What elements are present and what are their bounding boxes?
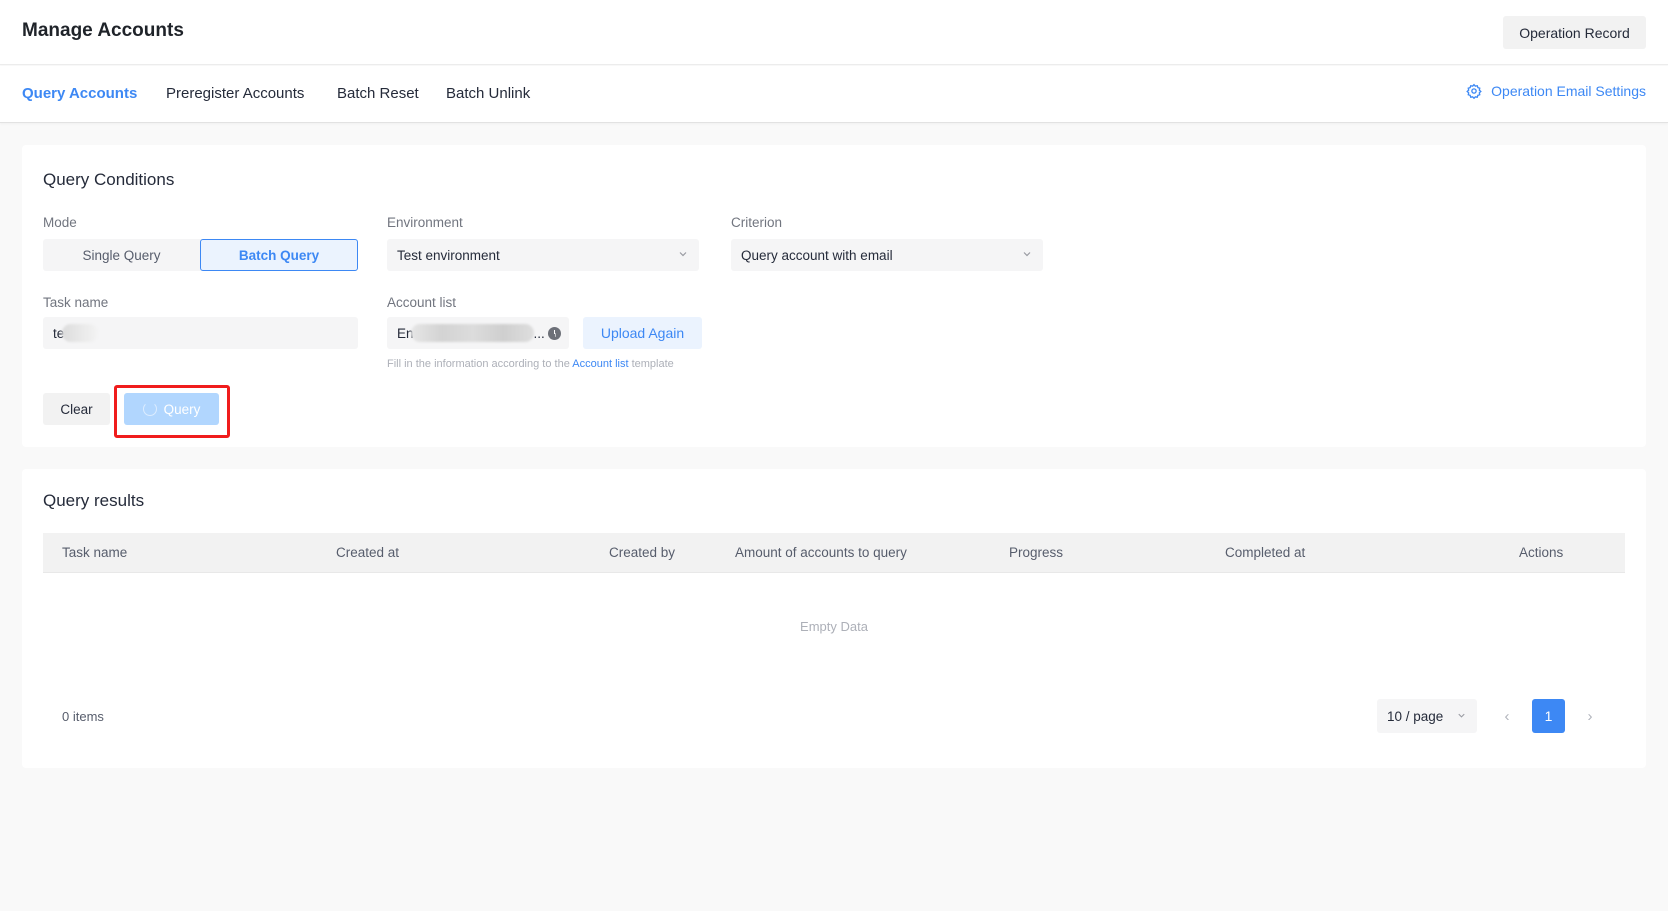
empty-data-text: Empty Data xyxy=(800,619,868,634)
query-conditions-title: Query Conditions xyxy=(43,170,175,189)
tab-batch-reset[interactable]: Batch Reset xyxy=(337,85,419,102)
page-1-button[interactable]: 1 xyxy=(1532,699,1565,733)
environment-label: Environment xyxy=(387,215,463,230)
chevron-down-icon xyxy=(1458,713,1465,718)
page-title: Manage Accounts xyxy=(22,20,184,41)
mode-single-query[interactable]: Single Query xyxy=(43,239,200,271)
tabs-bar: Query Accounts Preregister Accounts Batc… xyxy=(0,66,1668,123)
tab-batch-unlink[interactable]: Batch Unlink xyxy=(446,85,530,102)
total-items: 0 items xyxy=(62,709,104,724)
column-header-actions: Actions xyxy=(1519,545,1564,560)
redacted-text xyxy=(62,324,99,342)
query-button[interactable]: Query xyxy=(124,393,219,425)
operation-email-settings-label: Operation Email Settings xyxy=(1491,83,1646,99)
account-list-file-suffix: ... xyxy=(533,325,545,341)
hint-text: Fill in the information according to the xyxy=(387,358,573,370)
prev-page-button[interactable]: ‹ xyxy=(1498,707,1516,725)
environment-value: Test environment xyxy=(397,247,500,263)
criterion-value: Query account with email xyxy=(741,247,893,263)
chevron-down-icon xyxy=(679,252,687,257)
tab-preregister-accounts[interactable]: Preregister Accounts xyxy=(166,85,304,102)
page-size-select[interactable]: 10 / page xyxy=(1377,699,1477,733)
query-results-title: Query results xyxy=(43,491,145,510)
results-table-header: Task name Created at Created by Amount o… xyxy=(43,533,1625,573)
page-size-value: 10 / page xyxy=(1387,708,1444,724)
chevron-down-icon xyxy=(1023,252,1031,257)
gear-icon xyxy=(1466,83,1482,99)
mode-batch-query[interactable]: Batch Query xyxy=(200,239,358,271)
top-bar: Manage Accounts Operation Record xyxy=(0,0,1668,65)
column-header-task-name: Task name xyxy=(62,545,128,560)
next-page-button[interactable]: › xyxy=(1581,707,1599,725)
upload-again-button[interactable]: Upload Again xyxy=(583,317,702,349)
redacted-filename xyxy=(410,324,534,342)
task-name-label: Task name xyxy=(43,295,109,310)
query-button-label: Query xyxy=(163,401,201,417)
criterion-select[interactable]: Query account with email xyxy=(731,239,1043,271)
account-list-label: Account list xyxy=(387,295,457,310)
query-conditions-card: Query Conditions Mode Single Query Batch… xyxy=(22,145,1646,447)
clock-icon xyxy=(547,326,561,340)
tab-query-accounts[interactable]: Query Accounts xyxy=(22,85,137,102)
query-results-card: Query results Task name Created at Creat… xyxy=(22,469,1646,768)
hint-text: template xyxy=(628,358,674,370)
column-header-created-at: Created at xyxy=(336,545,400,560)
environment-select[interactable]: Test environment xyxy=(387,239,699,271)
clear-button[interactable]: Clear xyxy=(43,393,110,425)
account-list-file[interactable]: En ... xyxy=(387,317,569,349)
task-name-input[interactable]: te xyxy=(43,317,358,349)
column-header-created-by: Created by xyxy=(609,545,676,560)
operation-record-button[interactable]: Operation Record xyxy=(1503,16,1646,49)
criterion-label: Criterion xyxy=(731,215,783,230)
mode-label: Mode xyxy=(43,215,77,230)
account-list-template-link[interactable]: Account list xyxy=(572,358,628,370)
column-header-amount: Amount of accounts to query xyxy=(735,545,907,560)
column-header-progress: Progress xyxy=(1009,545,1064,560)
mode-segmented-control: Single Query Batch Query xyxy=(43,239,358,271)
column-header-completed-at: Completed at xyxy=(1225,545,1306,560)
account-list-hint: Fill in the information according to the… xyxy=(387,358,674,370)
operation-email-settings-link[interactable]: Operation Email Settings xyxy=(1466,83,1646,99)
loading-spinner-icon xyxy=(142,402,157,416)
